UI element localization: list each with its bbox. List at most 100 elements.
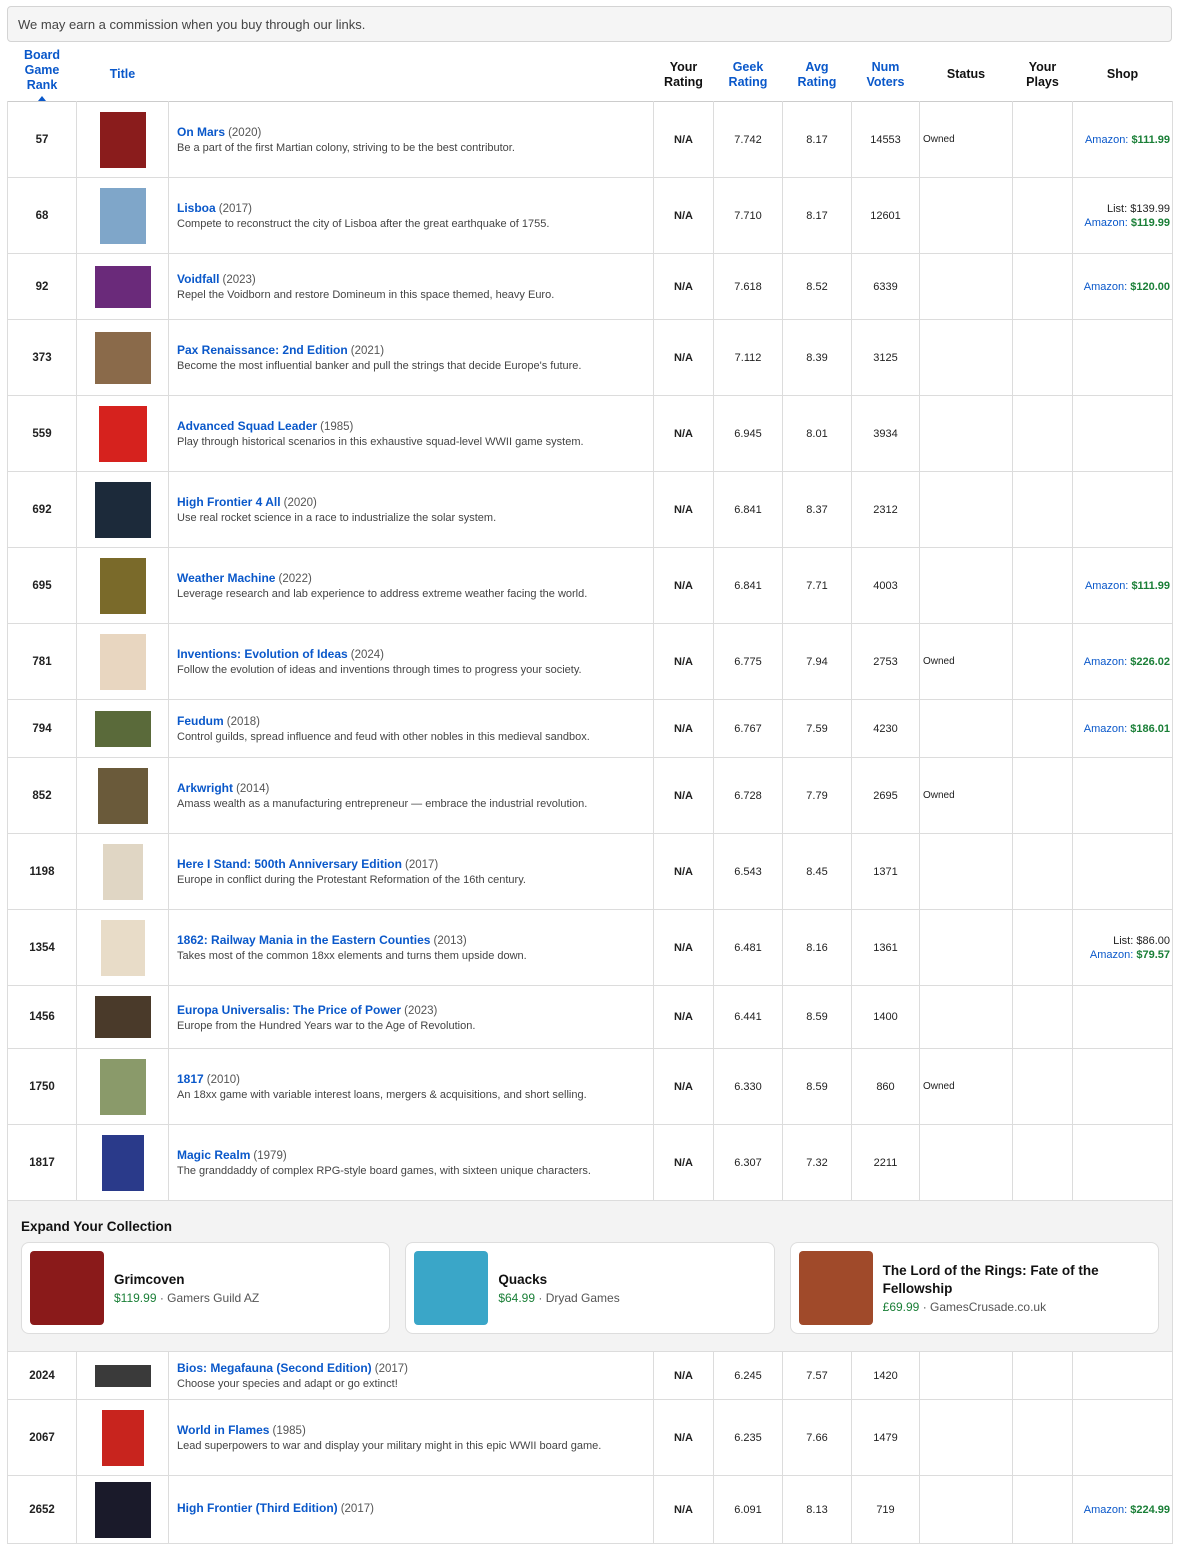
your-rating-cell[interactable]: N/A [653,1048,714,1125]
game-cover-image[interactable] [99,187,146,244]
amazon-link[interactable]: Amazon: $111.99 [1073,133,1170,147]
shop-cell [1072,985,1173,1049]
game-title-link[interactable]: Arkwright [177,781,233,795]
game-year: (2017) [218,203,252,215]
game-cover-image[interactable] [99,111,146,168]
amazon-link[interactable]: Amazon: $224.99 [1073,1503,1170,1517]
game-cover-image[interactable] [99,557,146,614]
game-cover-image[interactable] [94,710,151,747]
game-cover-image[interactable] [94,331,151,384]
game-title-link[interactable]: Inventions: Evolution of Ideas [177,647,348,661]
game-description: Europe in conflict during the Protestant… [177,874,526,886]
game-title-link[interactable]: Advanced Squad Leader [177,419,317,433]
game-title-link[interactable]: World in Flames [177,1423,269,1437]
amazon-link[interactable]: Amazon: $119.99 [1073,216,1170,230]
shop-cell [1072,395,1173,472]
your-rating-cell[interactable]: N/A [653,623,714,700]
status-cell [919,1399,1013,1476]
game-title-link[interactable]: Bios: Megafauna (Second Edition) [177,1361,372,1375]
your-plays-cell [1012,101,1073,178]
amazon-link[interactable]: Amazon: $79.57 [1073,948,1170,962]
avg-rating-cell: 8.17 [782,101,852,178]
game-title-link[interactable]: Here I Stand: 500th Anniversary Edition [177,857,402,871]
rank-cell: 781 [7,623,77,700]
game-cover-image[interactable] [94,481,151,538]
game-title-link[interactable]: 1862: Railway Mania in the Eastern Count… [177,933,430,947]
avg-rating-cell: 7.71 [782,547,852,624]
promo-name: Quacks [498,1272,548,1287]
col-geek-rating-header[interactable]: Geek Rating [714,48,783,102]
amazon-link[interactable]: Amazon: $111.99 [1073,579,1170,593]
promo-card[interactable]: The Lord of the Rings: Fate of the Fello… [789,1242,1159,1334]
amazon-link[interactable]: Amazon: $120.00 [1073,280,1170,294]
game-title-link[interactable]: Weather Machine [177,571,275,585]
promo-card[interactable]: Grimcoven $119.99 · Gamers Guild AZ [21,1242,391,1334]
rank-cell: 794 [7,699,77,758]
your-rating-cell[interactable]: N/A [653,833,714,910]
amazon-link[interactable]: Amazon: $186.01 [1073,722,1170,736]
col-your-rating-header: Your Rating [664,59,703,89]
your-rating-cell[interactable]: N/A [653,757,714,834]
your-plays-cell [1012,623,1073,700]
col-avg-rating-header[interactable]: Avg Rating [783,48,852,102]
your-rating-cell[interactable]: N/A [653,985,714,1049]
col-rank-header[interactable]: Board Game Rank [8,48,77,102]
your-rating-cell[interactable]: N/A [653,547,714,624]
avg-rating-cell: 7.94 [782,623,852,700]
status-cell [919,395,1013,472]
amazon-link[interactable]: Amazon: $226.02 [1073,655,1170,669]
game-title-link[interactable]: Pax Renaissance: 2nd Edition [177,343,348,357]
game-description: Compete to reconstruct the city of Lisbo… [177,218,550,230]
game-description: Amass wealth as a manufacturing entrepre… [177,798,588,810]
game-cover-image[interactable] [94,1481,151,1538]
your-rating-cell[interactable]: N/A [653,177,714,254]
game-year: (1985) [272,1425,306,1437]
promo-card[interactable]: Quacks $64.99 · Dryad Games [405,1242,775,1334]
your-rating-cell[interactable]: N/A [653,101,714,178]
col-title-header[interactable]: Title [77,48,169,102]
game-cover-image[interactable] [101,1134,144,1191]
shop-cell [1072,757,1173,834]
game-title-link[interactable]: Lisboa [177,201,216,215]
your-rating-cell[interactable]: N/A [653,909,714,986]
game-cover-image[interactable] [99,1058,146,1115]
game-cover-image[interactable] [98,405,147,462]
your-rating-cell[interactable]: N/A [653,699,714,758]
game-title-link[interactable]: Feudum [177,714,224,728]
your-rating-cell[interactable]: N/A [653,1475,714,1544]
game-title-link[interactable]: Magic Realm [177,1148,250,1162]
game-cover-image[interactable] [100,919,145,976]
your-rating-cell[interactable]: N/A [653,319,714,396]
game-title-link[interactable]: 1817 [177,1072,204,1086]
geek-rating-cell: 7.710 [713,177,783,254]
table-row: 2024 Bios: Megafauna (Second Edition) (20… [7,1351,1173,1400]
game-description: An 18xx game with variable interest loan… [177,1089,587,1101]
game-cover-image[interactable] [94,265,151,308]
your-rating-cell[interactable]: N/A [653,1351,714,1400]
game-title-link[interactable]: High Frontier (Third Edition) [177,1501,338,1515]
game-cover-image[interactable] [102,843,143,900]
collection-table: Board Game Rank Title Your Rating Geek R… [7,48,1173,1544]
your-rating-cell[interactable]: N/A [653,1124,714,1201]
your-plays-cell [1012,471,1073,548]
game-cover-image[interactable] [94,996,151,1038]
game-title-link[interactable]: Europa Universalis: The Price of Power [177,1003,401,1017]
game-year: (1985) [320,421,354,433]
your-rating-cell[interactable]: N/A [653,253,714,320]
avg-rating-cell: 7.57 [782,1351,852,1400]
game-cover-image[interactable] [97,767,148,824]
geek-rating-cell: 6.330 [713,1048,783,1125]
num-voters-cell: 1479 [851,1399,920,1476]
game-title-link[interactable]: Voidfall [177,272,219,286]
num-voters-cell: 1420 [851,1351,920,1400]
game-title-link[interactable]: High Frontier 4 All [177,495,281,509]
col-num-voters-header[interactable]: Num Voters [852,48,920,102]
game-cover-image[interactable] [94,1364,151,1387]
your-rating-cell[interactable]: N/A [653,471,714,548]
game-description: Use real rocket science in a race to ind… [177,512,497,524]
game-cover-image[interactable] [101,1409,144,1466]
game-title-link[interactable]: On Mars [177,125,225,139]
your-rating-cell[interactable]: N/A [653,395,714,472]
game-cover-image[interactable] [99,633,146,690]
your-rating-cell[interactable]: N/A [653,1399,714,1476]
